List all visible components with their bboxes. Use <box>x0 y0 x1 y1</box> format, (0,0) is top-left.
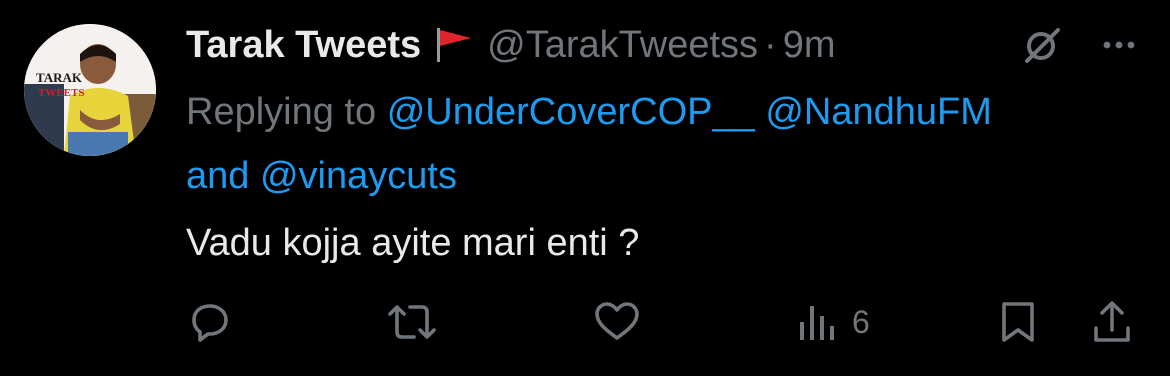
replying-to: Replying to @UnderCoverCOP__ @NandhuFM a… <box>186 80 1126 208</box>
author-handle[interactable]: @TarakTweetss <box>487 24 758 67</box>
retweet-icon <box>388 305 436 339</box>
mention-link[interactable]: @NandhuFM <box>765 91 992 133</box>
replying-to-label: Replying to <box>186 91 377 133</box>
bookmark-button[interactable] <box>996 296 1040 348</box>
like-icon <box>595 302 639 340</box>
reply-button[interactable] <box>186 296 234 348</box>
avatar-text-1: TARAK <box>36 70 83 85</box>
tweet-header: Tarak Tweets @TarakTweetss · 9m <box>186 22 1146 68</box>
avatar-text-2: TWEETS <box>38 87 84 99</box>
mention-link[interactable]: @UnderCoverCOP__ <box>387 91 755 133</box>
timestamp[interactable]: 9m <box>783 24 836 67</box>
tweet-text: Vadu kojja ayite mari enti ? <box>186 222 640 264</box>
author-name[interactable]: Tarak Tweets <box>186 24 421 67</box>
action-bar: 6 <box>0 296 1170 348</box>
tweet[interactable]: TARAK TWEETS Tarak Tweets @TarakTweetss … <box>0 0 1170 376</box>
avatar[interactable]: TARAK TWEETS <box>24 24 156 156</box>
separator-dot: · <box>764 23 777 66</box>
share-icon <box>1094 301 1130 342</box>
reply-icon <box>192 304 228 342</box>
and-others-link[interactable]: and <box>186 155 249 197</box>
views-count: 6 <box>852 303 870 340</box>
views-button[interactable]: 6 <box>796 296 870 348</box>
grok-icon[interactable] <box>1022 25 1062 65</box>
share-button[interactable] <box>1088 296 1136 348</box>
flag-icon <box>435 28 473 62</box>
retweet-button[interactable] <box>384 296 440 348</box>
more-icon[interactable] <box>1099 25 1139 65</box>
mention-link[interactable]: @vinaycuts <box>260 155 457 197</box>
bookmark-icon <box>1002 302 1034 342</box>
views-icon <box>800 306 834 340</box>
like-button[interactable] <box>592 296 642 348</box>
